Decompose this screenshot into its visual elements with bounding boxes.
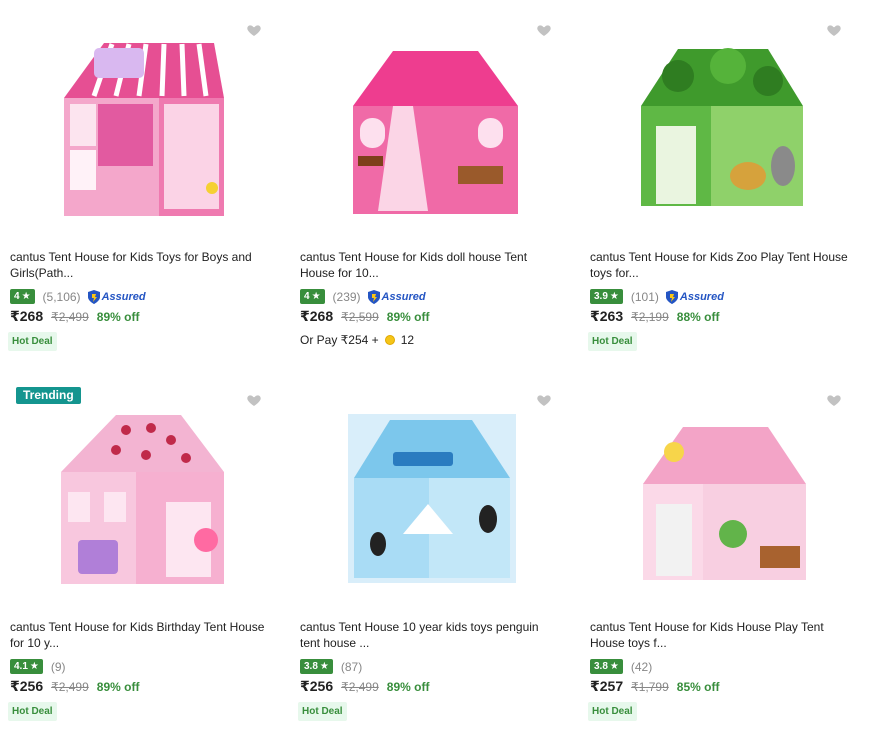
selling-price: ₹256 <box>300 678 334 694</box>
review-count: (9) <box>50 659 66 674</box>
product-title[interactable]: cantus Tent House for Kids Birthday Tent… <box>10 619 270 651</box>
assured-shield-icon <box>87 289 100 304</box>
hot-deal-badge: Hot Deal <box>298 702 347 721</box>
wishlist-heart-icon[interactable] <box>826 392 842 408</box>
hot-deal-badge: Hot Deal <box>588 332 637 351</box>
assured-shield-icon <box>665 289 678 304</box>
supercoin-icon <box>384 335 395 345</box>
review-count: (239) <box>332 289 361 304</box>
wishlist-heart-icon[interactable] <box>826 22 842 38</box>
doll-house-tent-image[interactable] <box>348 46 523 218</box>
wishlist-heart-icon[interactable] <box>536 22 552 38</box>
rating-badge: 4.1 ★ <box>10 659 43 674</box>
rating-badge: 3.8 ★ <box>590 659 623 674</box>
star-icon: ★ <box>29 661 39 672</box>
or-pay-offer: Or Pay ₹254 + 12 <box>300 333 415 347</box>
discount-percent: 89% off <box>386 310 430 324</box>
assured-shield-icon <box>367 289 380 304</box>
product-card[interactable]: cantus Tent House 10 year kids toys peng… <box>290 370 580 729</box>
original-price: ₹2,199 <box>631 310 669 324</box>
product-title[interactable]: cantus Tent House 10 year kids toys peng… <box>300 619 560 651</box>
review-count: (42) <box>630 659 653 674</box>
selling-price: ₹256 <box>10 678 44 694</box>
rating-badge: 3.8 ★ <box>300 659 333 674</box>
product-title[interactable]: cantus Tent House for Kids Toys for Boys… <box>10 249 270 281</box>
rating-badge: 4 ★ <box>10 289 35 304</box>
assured-badge: Assured <box>665 289 724 305</box>
original-price: ₹2,599 <box>341 310 379 324</box>
product-card[interactable]: cantus Tent House for Kids Zoo Play Tent… <box>580 0 870 370</box>
review-count: (5,106) <box>42 289 81 304</box>
discount-percent: 89% off <box>386 680 430 694</box>
product-title[interactable]: cantus Tent House for Kids doll house Te… <box>300 249 560 281</box>
star-icon: ★ <box>311 291 321 302</box>
discount-percent: 85% off <box>676 680 720 694</box>
selling-price: ₹268 <box>10 308 44 324</box>
selling-price: ₹257 <box>590 678 624 694</box>
rating-badge: 4 ★ <box>300 289 325 304</box>
wishlist-heart-icon[interactable] <box>246 392 262 408</box>
review-count: (87) <box>340 659 363 674</box>
star-icon: ★ <box>609 291 619 302</box>
wishlist-heart-icon[interactable] <box>536 392 552 408</box>
selling-price: ₹268 <box>300 308 334 324</box>
wishlist-heart-icon[interactable] <box>246 22 262 38</box>
discount-percent: 89% off <box>96 680 140 694</box>
original-price: ₹1,799 <box>631 680 669 694</box>
product-title[interactable]: cantus Tent House for Kids House Play Te… <box>590 619 850 651</box>
product-card[interactable]: Trending cantus Tent House for Kids Birt… <box>0 370 290 729</box>
trending-badge: Trending <box>16 387 81 404</box>
penguin-tent-image[interactable] <box>348 414 516 583</box>
assured-badge: Assured <box>367 289 426 305</box>
rating-badge: 3.9 ★ <box>590 289 623 304</box>
original-price: ₹2,499 <box>341 680 379 694</box>
discount-percent: 88% off <box>676 310 720 324</box>
selling-price: ₹263 <box>590 308 624 324</box>
original-price: ₹2,499 <box>51 680 89 694</box>
product-card[interactable]: cantus Tent House for Kids Toys for Boys… <box>0 0 290 370</box>
star-icon: ★ <box>609 661 619 672</box>
hot-deal-badge: Hot Deal <box>8 702 57 721</box>
assured-badge: Assured <box>87 289 146 305</box>
product-card[interactable]: cantus Tent House for Kids doll house Te… <box>290 0 580 370</box>
star-icon: ★ <box>319 661 329 672</box>
product-title[interactable]: cantus Tent House for Kids Zoo Play Tent… <box>590 249 850 281</box>
review-count: (101) <box>630 289 659 304</box>
kids-zone-tent-image[interactable] <box>54 38 229 220</box>
product-card[interactable]: cantus Tent House for Kids House Play Te… <box>580 370 870 729</box>
star-icon: ★ <box>21 291 31 302</box>
birthday-tent-image[interactable] <box>56 410 228 588</box>
discount-percent: 89% off <box>96 310 140 324</box>
zoo-tent-image[interactable] <box>638 46 806 211</box>
house-play-tent-image[interactable] <box>638 424 808 584</box>
hot-deal-badge: Hot Deal <box>588 702 637 721</box>
original-price: ₹2,499 <box>51 310 89 324</box>
hot-deal-badge: Hot Deal <box>8 332 57 351</box>
